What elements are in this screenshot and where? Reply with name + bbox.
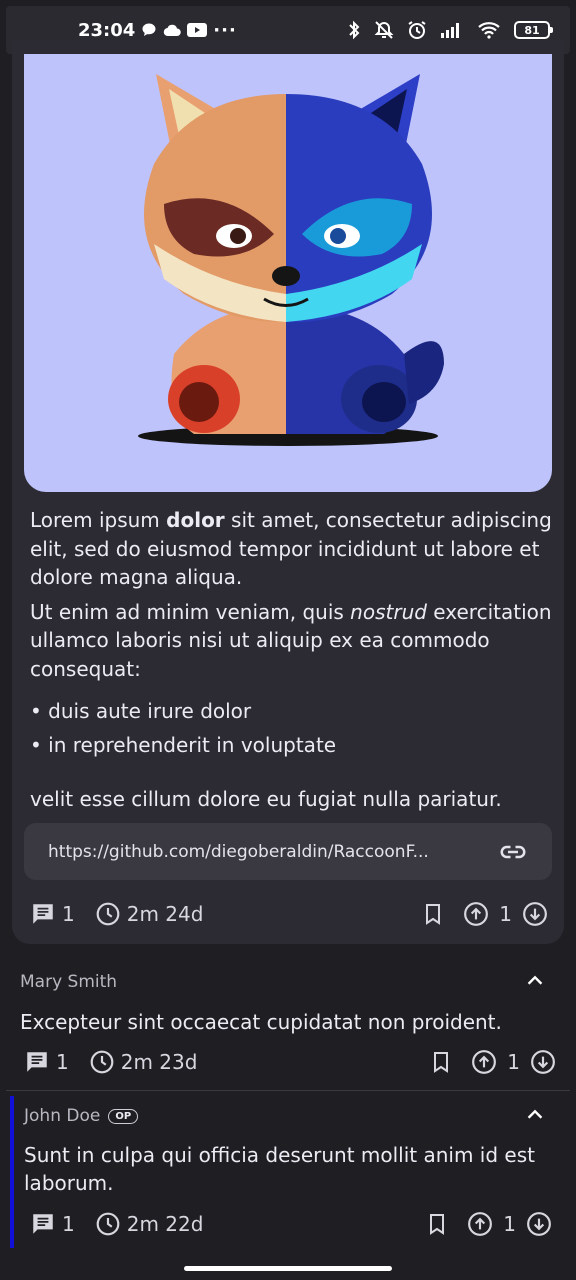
downvote-icon[interactable]: [530, 1049, 556, 1075]
cloud-icon: [163, 23, 182, 37]
bookmark-icon[interactable]: [421, 901, 445, 927]
post-score: 1: [499, 902, 512, 926]
upvote-icon[interactable]: [467, 1211, 493, 1237]
comment-icon: [24, 1049, 50, 1075]
post-bullet-list: • duis aute irure dolor • in reprehender…: [30, 697, 554, 759]
collapse-chevron-icon[interactable]: [524, 970, 546, 996]
post-card[interactable]: Lorem ipsum dolor sit amet, consectetur …: [12, 40, 564, 944]
link-icon: [498, 837, 528, 867]
comment-score: 1: [503, 1212, 516, 1236]
comment-replies-count[interactable]: 1: [24, 1049, 69, 1075]
alarm-icon: [407, 20, 427, 40]
comment-icon: [30, 1211, 56, 1237]
comment-icon: [30, 901, 56, 927]
comment-text: Sunt in culpa qui officia deserunt molli…: [24, 1143, 535, 1195]
clock-icon: [95, 1211, 121, 1237]
upvote-icon[interactable]: [463, 901, 489, 927]
chat-notification-icon: [141, 22, 157, 38]
post-link[interactable]: https://github.com/diegoberaldin/Raccoon…: [24, 823, 552, 880]
list-item: • in reprehenderit in voluptate: [30, 732, 337, 757]
post-paragraph: Lorem ipsum dolor sit amet, consectetur …: [30, 508, 552, 589]
raccoon-illustration: [138, 74, 444, 446]
downvote-icon[interactable]: [522, 901, 548, 927]
comment[interactable]: John Doe OP Sunt in culpa qui officia des…: [0, 1094, 576, 1254]
comment-score: 1: [507, 1050, 520, 1074]
bluetooth-icon: [347, 20, 361, 40]
comment-age: 2m 22d: [95, 1211, 203, 1237]
post-image[interactable]: [24, 54, 552, 492]
bookmark-icon[interactable]: [429, 1049, 453, 1075]
clock-icon: [95, 901, 121, 927]
post-paragraph: velit esse cillum dolore eu fugiat nulla…: [30, 787, 502, 811]
comment-divider: [6, 1090, 570, 1091]
post-comments-count[interactable]: 1: [30, 901, 75, 927]
list-item: • duis aute irure dolor: [30, 699, 252, 723]
post-actions: 1 2m 24d 1: [30, 896, 548, 932]
youtube-icon: [187, 23, 208, 37]
comment-actions: 1 2m 22d 1: [30, 1206, 552, 1242]
battery-indicator: 81: [514, 21, 553, 39]
upvote-icon[interactable]: [471, 1049, 497, 1075]
downvote-icon[interactable]: [526, 1211, 552, 1237]
silent-bell-icon: [374, 20, 394, 40]
comment-replies-count[interactable]: 1: [30, 1211, 75, 1237]
status-time: 23:04: [78, 19, 136, 41]
signal-icon: [440, 21, 464, 39]
post-body: Lorem ipsum dolor sit amet, consectetur …: [30, 506, 554, 820]
comment[interactable]: Mary Smith Excepteur sint occaecat cupid…: [0, 960, 576, 1086]
comment-author[interactable]: Mary Smith: [20, 972, 117, 992]
collapse-chevron-icon[interactable]: [524, 1104, 546, 1130]
post-link-url: https://github.com/diegoberaldin/Raccoon…: [48, 841, 429, 862]
comment-text: Excepteur sint occaecat cupidatat non pr…: [20, 1010, 502, 1034]
clock-icon: [89, 1049, 115, 1075]
home-indicator[interactable]: [184, 1266, 392, 1271]
op-badge: OP: [108, 1109, 139, 1124]
comment-age: 2m 23d: [89, 1049, 197, 1075]
bookmark-icon[interactable]: [425, 1211, 449, 1237]
post-age: 2m 24d: [95, 901, 203, 927]
post-paragraph: Ut enim ad minim veniam, quis nostrud ex…: [30, 599, 552, 681]
comment-author[interactable]: John Doe OP: [24, 1106, 139, 1126]
more-notifications-icon: ···: [213, 19, 237, 41]
comment-actions: 1 2m 23d 1: [24, 1044, 556, 1080]
wifi-icon: [477, 21, 501, 39]
